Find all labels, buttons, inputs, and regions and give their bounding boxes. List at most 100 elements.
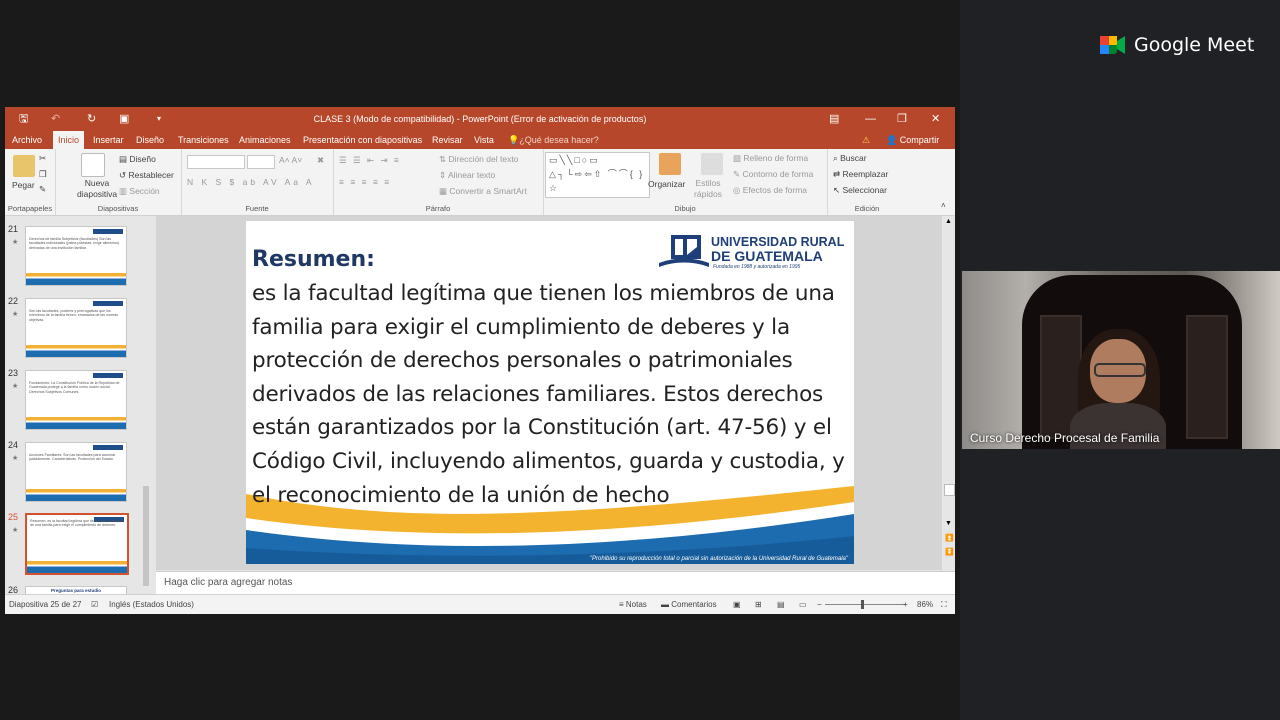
slide-thumbnail-21[interactable]: Derechos de familia Subjetivos (facultad… xyxy=(25,226,127,286)
google-meet-logo: Google Meet xyxy=(1100,34,1254,56)
notes-toggle[interactable]: ≡ Notas xyxy=(619,600,647,609)
spellcheck-icon[interactable]: ☑ xyxy=(91,600,98,609)
zoom-slider[interactable] xyxy=(825,604,905,605)
group-label-font: Fuente xyxy=(245,204,269,213)
tab-revisar[interactable]: Revisar xyxy=(427,131,468,149)
slide-thumbnail-22[interactable]: Son las facultades, poderes y prerrogati… xyxy=(25,298,127,358)
zoom-out-icon[interactable]: − xyxy=(817,600,822,609)
current-slide[interactable]: UNIVERSIDAD RURAL DE GUATEMALA Fundada e… xyxy=(246,221,854,564)
comments-toggle[interactable]: ▬ Comentarios xyxy=(661,600,717,609)
slideshow-view-icon[interactable]: ▭ xyxy=(799,600,807,609)
font-style-icons[interactable]: N K S $ ab AV Aa A xyxy=(187,177,315,187)
paste-icon[interactable] xyxy=(13,155,35,177)
text-direction-button[interactable]: ⇅ Dirección del texto xyxy=(439,154,518,165)
copy-icon[interactable]: ❐ xyxy=(39,169,47,180)
shape-effects-button[interactable]: ◎ Efectos de forma xyxy=(733,185,807,196)
new-slide-button[interactable]: Nueva diapositiva xyxy=(77,178,117,200)
reset-button[interactable]: ↺ Restablecer xyxy=(119,170,174,181)
clear-formatting-icon[interactable]: ✖ xyxy=(317,155,324,166)
restore-icon[interactable]: ❐ xyxy=(897,112,907,126)
group-label-drawing: Dibujo xyxy=(674,204,696,213)
tab-animaciones[interactable]: Animaciones xyxy=(234,131,296,149)
slide-thumbnail-23[interactable]: Fundamento: La Constitución Política de … xyxy=(25,370,127,430)
star-icon: ★ xyxy=(12,527,19,534)
notes-icon: ≡ xyxy=(619,600,626,609)
shape-fill-button[interactable]: ▧ Relleno de forma xyxy=(733,153,808,164)
quick-styles-icon[interactable] xyxy=(701,153,723,175)
tab-vista[interactable]: Vista xyxy=(469,131,499,149)
language-indicator[interactable]: Inglés (Estados Unidos) xyxy=(109,600,194,609)
thumbnail-scrollbar[interactable] xyxy=(141,216,151,594)
align-text-button[interactable]: ⇕ Alinear texto xyxy=(439,170,495,181)
list-icons[interactable]: ☰ ☰ ⇤ ⇥ ≡ xyxy=(339,155,401,166)
cut-icon[interactable]: ✂ xyxy=(39,153,46,164)
slide-footer: "Prohibido su reproducción total o parci… xyxy=(589,556,848,562)
layout-button[interactable]: ▤ Diseño xyxy=(119,154,156,165)
notes-placeholder[interactable]: Haga clic para agregar notas xyxy=(164,577,292,588)
zoom-slider-thumb[interactable] xyxy=(861,600,864,609)
thumb-number: 22 xyxy=(8,296,19,306)
normal-view-icon[interactable]: ▣ xyxy=(733,600,741,609)
slide-counter: Diapositiva 25 de 27 xyxy=(9,600,82,609)
slide-scrollbar[interactable]: ▲ ▼ ⏫ ⏬ xyxy=(942,216,955,570)
thumb-number: 21 xyxy=(8,224,19,234)
slide-thumbnail-25[interactable]: Resumen: es la facultad legítima que tie… xyxy=(25,513,129,575)
tab-inicio[interactable]: Inicio xyxy=(53,131,85,149)
effects-icon: ◎ xyxy=(733,185,743,195)
person-icon: 👤 xyxy=(886,135,900,145)
share-button[interactable]: 👤 Compartir xyxy=(881,131,944,149)
previous-slide-icon[interactable]: ⏫ xyxy=(945,534,954,542)
next-slide-icon[interactable]: ⏬ xyxy=(945,548,954,556)
window-title: CLASE 3 (Modo de compatibilidad) - Power… xyxy=(313,114,647,124)
meet-brand-text: Google Meet xyxy=(1134,34,1255,56)
group-drawing: ▭╲╲□○▭ △┐└⇨⇦⇧ ⌒⌒{ }☆ Organizar Estilos r… xyxy=(543,149,828,215)
tab-diseno[interactable]: Diseño xyxy=(131,131,169,149)
tab-insertar[interactable]: Insertar xyxy=(88,131,129,149)
warning-icon[interactable]: ⚠ xyxy=(857,131,875,149)
slide-thumbnail-26[interactable]: Preguntas para estudio xyxy=(25,586,127,594)
group-clipboard: Pegar ✂ ❐ ✎ Portapapeles xyxy=(5,149,56,215)
find-button[interactable]: ⌕ Buscar xyxy=(833,153,867,164)
arrange-button[interactable]: Organizar xyxy=(648,179,685,189)
slide-sorter-icon[interactable]: ⊞ xyxy=(755,600,762,609)
font-family-field[interactable] xyxy=(187,155,245,169)
close-icon[interactable]: ✕ xyxy=(931,112,940,126)
new-slide-icon[interactable] xyxy=(81,153,105,177)
participant-video-tile[interactable]: Curso Derecho Procesal de Familia xyxy=(962,271,1280,449)
shapes-gallery[interactable]: ▭╲╲□○▭ △┐└⇨⇦⇧ ⌒⌒{ }☆ xyxy=(545,152,650,198)
smartart-button[interactable]: ▦ Convertir a SmartArt xyxy=(439,186,527,197)
slide-heading[interactable]: Resumen: xyxy=(252,247,375,272)
format-painter-icon[interactable]: ✎ xyxy=(39,184,46,195)
lightbulb-icon: 💡 xyxy=(508,135,520,145)
section-button[interactable]: ▥ Sección xyxy=(119,186,160,197)
collapse-ribbon-icon[interactable]: ˄ xyxy=(941,201,946,210)
ribbon-display-icon[interactable]: ▤ xyxy=(829,112,839,126)
arrange-icon[interactable] xyxy=(659,153,681,175)
zoom-level[interactable]: 86% xyxy=(917,600,933,609)
tell-me-box[interactable]: 💡¿Qué desea hacer? xyxy=(503,131,604,149)
scroll-thumb[interactable] xyxy=(944,484,955,496)
align-icons[interactable]: ≡ ≡ ≡ ≡ ≡ xyxy=(339,177,391,187)
slide-editing-area[interactable]: UNIVERSIDAD RURAL DE GUATEMALA Fundada e… xyxy=(156,216,942,570)
replace-button[interactable]: ⇄ Reemplazar xyxy=(833,169,888,180)
select-button[interactable]: ↖ Seleccionar xyxy=(833,185,887,196)
paint-bucket-icon: ▧ xyxy=(733,153,744,163)
zoom-in-icon[interactable]: + xyxy=(903,600,908,609)
shape-outline-button[interactable]: ✎ Contorno de forma xyxy=(733,169,813,180)
tab-presentacion[interactable]: Presentación con diapositivas xyxy=(298,131,427,149)
slide-body-text[interactable]: es la facultad legítima que tienen los m… xyxy=(252,277,852,512)
reading-view-icon[interactable]: ▤ xyxy=(777,600,785,609)
scroll-down-icon[interactable]: ▼ xyxy=(945,520,952,527)
scroll-up-icon[interactable]: ▲ xyxy=(945,218,952,225)
font-size-field[interactable] xyxy=(247,155,275,169)
font-grow-shrink-icon[interactable]: A˄ A˅ xyxy=(279,155,302,165)
fit-to-window-icon[interactable]: ⛶ xyxy=(941,600,947,610)
notes-pane[interactable]: Haga clic para agregar notas xyxy=(156,571,955,594)
slide-thumbnail-24[interactable]: Acciones Familiares: Son las facultades … xyxy=(25,442,127,502)
quick-styles-button[interactable]: Estilos rápidos xyxy=(691,178,725,200)
tab-archivo[interactable]: Archivo xyxy=(7,131,47,149)
paste-button[interactable]: Pegar xyxy=(12,180,35,190)
minimize-icon[interactable]: — xyxy=(865,112,876,126)
tab-transiciones[interactable]: Transiciones xyxy=(173,131,234,149)
layout-icon: ▤ xyxy=(119,154,130,164)
